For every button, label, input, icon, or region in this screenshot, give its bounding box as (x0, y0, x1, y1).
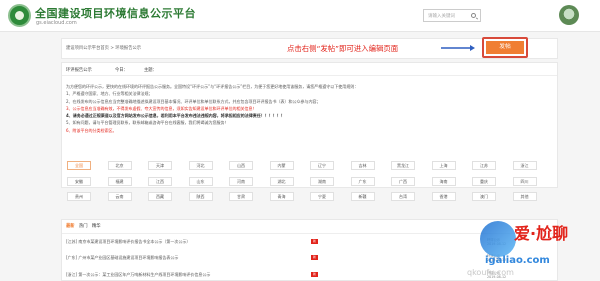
site-logo-icon[interactable] (8, 4, 31, 27)
list-item-meta: 环评公示 2019-08-12 (487, 238, 507, 246)
breadcrumb[interactable]: 建设项目公示平台首页 > 环境报告公示 (66, 45, 141, 51)
today-label: 今日： (115, 68, 128, 73)
site-title[interactable]: 全国建设项目环境信息公示平台 (35, 5, 196, 21)
notice-line: 2、在线发布的公示信息应当完整准确地描述拟建设项目基本情况、环评单位和单位联系方… (66, 98, 321, 104)
notice-line: 4、请务必通过正规渠道以及官方网站发布公示信息，若利用本平台发布违法违规内容，将… (66, 113, 285, 119)
region-filter-button[interactable]: 四川 (512, 176, 537, 186)
notice-line: 6、附该平台的分类检索区。 (66, 127, 117, 133)
list-item-meta: 环评公示 2019-08-12 (487, 271, 507, 279)
list-item-meta: 环评公示 2019-08-12 (487, 254, 507, 262)
region-filter-button[interactable]: 北京 (107, 161, 132, 170)
notice-line: 为方便您的环评公示，更快的在线环境的环评报告公示服务。全国特设“环评公示”与“环… (66, 84, 359, 89)
search-input[interactable]: 请输入关键词 (423, 9, 481, 22)
topic-label: 主题： (144, 68, 157, 73)
tab-latest[interactable]: 最新 (66, 224, 75, 229)
region-filter-button[interactable]: 云南 (107, 192, 132, 201)
notice-line: 1、严格遵守国家、地方、行业等相关法律法规； (66, 91, 153, 97)
region-filter-button[interactable]: 宁夏 (310, 192, 334, 201)
list-item-title[interactable]: [江苏] 南京市某建设项目环境影响评价报告书全本公示（第一次公示） (66, 239, 311, 245)
arrow-icon (441, 45, 475, 51)
site-header: 全国建设项目环境信息公示平台 gs.eiacloud.com 请输入关键词 (0, 0, 600, 32)
post-button-label: 发帖 (486, 41, 524, 54)
region-filter-button[interactable]: 香港 (431, 192, 456, 201)
region-filter-button[interactable]: 黑龙江 (391, 161, 415, 170)
region-filter-button[interactable]: 青海 (269, 192, 294, 201)
region-filter-button[interactable]: 天津 (148, 161, 172, 170)
region-filter-button[interactable]: 内蒙 (269, 161, 294, 170)
region-filter-button[interactable]: 贵州 (67, 192, 91, 201)
new-badge: 新 (311, 272, 319, 277)
tab-reports[interactable]: 环评报告公示 (66, 67, 92, 73)
report-panel: 环评报告公示 今日： 主题： 为方便您的环评公示，更快的在线环境的环评报告公示服… (61, 62, 558, 201)
region-filter-button[interactable]: 湖南 (310, 176, 334, 186)
region-filter-button[interactable]: 台湾 (391, 192, 415, 201)
region-filter-button[interactable]: 广东 (350, 176, 375, 186)
region-filter-button[interactable]: 甘肃 (229, 192, 253, 201)
region-filter-button[interactable]: 安徽 (67, 176, 91, 186)
new-badge: 新 (311, 255, 319, 260)
region-filter-button[interactable]: 江苏 (472, 161, 496, 170)
region-filter-button[interactable]: 河北 (188, 161, 213, 170)
region-filter-button[interactable]: 西藏 (148, 192, 172, 201)
region-filter-button[interactable]: 浙江 (512, 161, 537, 170)
region-filter-button[interactable]: 山西 (229, 161, 253, 170)
region-filter-button[interactable]: 上海 (431, 161, 456, 170)
list-item-title[interactable]: [广东] 广州市某产业园区基础设施建设项目环境影响报告表公示 (66, 255, 311, 261)
region-filter-button[interactable]: 湖北 (269, 176, 294, 186)
report-tabs: 环评报告公示 今日： 主题： (62, 63, 557, 76)
region-filter-button[interactable]: 重庆 (472, 176, 496, 186)
post-list: 最新 热门 精华 [江苏] 南京市某建设项目环境影响评价报告书全本公示（第一次公… (61, 219, 558, 281)
tab-featured[interactable]: 精华 (92, 224, 101, 229)
region-filter-button[interactable]: 新疆 (350, 192, 375, 201)
list-tabs: 最新 热门 精华 (66, 223, 104, 229)
list-item-title[interactable]: [浙江] 第一次公示：某工业园区年产万吨新材料生产线项目环境影响评价信息公示 (66, 272, 311, 278)
region-filter-button[interactable]: 山东 (188, 176, 213, 186)
region-filter-button[interactable]: 福建 (107, 176, 132, 186)
region-filter-button[interactable]: 吉林 (350, 161, 375, 170)
region-filter-button[interactable]: 河南 (229, 176, 253, 186)
notice-line: 5、如有问题，请与平台管理员联系，联系邮箱或咨询平台在线客服，我们将竭诚为您服务… (66, 120, 229, 126)
region-filter-button[interactable]: 全国 (67, 161, 91, 170)
region-filter-button[interactable]: 海南 (431, 176, 456, 186)
region-filter-button[interactable]: 江西 (148, 176, 172, 186)
search-icon[interactable] (471, 13, 476, 18)
site-url: gs.eiacloud.com (36, 20, 77, 26)
instruction-annotation: 点击右侧“发帖”即可进入编辑页面 (287, 44, 399, 53)
region-filter-button[interactable]: 其他 (512, 192, 537, 201)
tab-hot[interactable]: 热门 (79, 224, 88, 229)
list-divider (62, 233, 557, 234)
notice-line: 3、公示信息应当准确有效，不得发布虚假、夸大宣传的信息，须如实告知建设单位和环评… (66, 105, 257, 111)
notice-text: 为方便您的环评公示，更快的在线环境的环评报告公示服务。全国特设“环评公示”与“环… (66, 83, 551, 134)
region-filter-button[interactable]: 广西 (391, 176, 415, 186)
avatar[interactable] (559, 5, 579, 25)
region-filter-button[interactable]: 澳门 (472, 192, 496, 201)
region-filter: 全国 北京 天津 河北 山西 内蒙 辽宁 吉林 黑龙江 上海 江苏 浙江安徽 福建 江西 山东 河南 湖北 湖南 广… (67, 161, 553, 205)
region-filter-button[interactable]: 辽宁 (310, 161, 334, 170)
search-placeholder: 请输入关键词 (428, 14, 455, 19)
region-filter-button[interactable]: 陕西 (188, 192, 213, 201)
post-button[interactable]: 发帖 (482, 37, 528, 58)
new-badge: 新 (311, 239, 319, 244)
